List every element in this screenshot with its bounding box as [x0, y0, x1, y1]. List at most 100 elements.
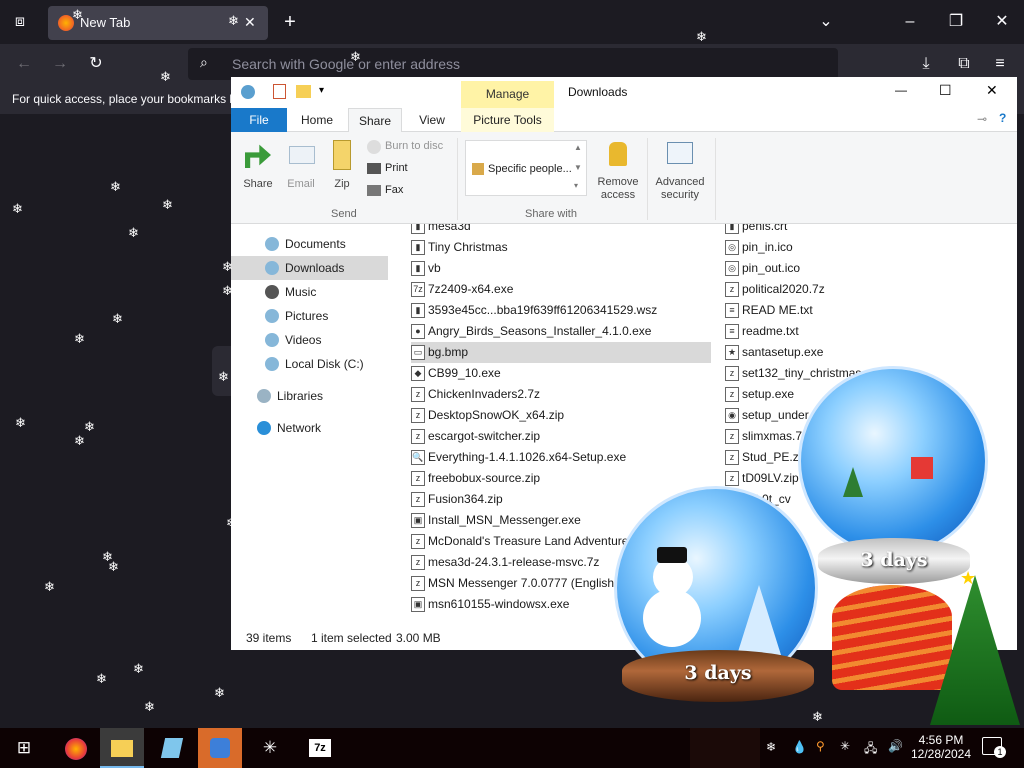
file-row[interactable]: 7z 7z2409-x64.exe: [411, 279, 711, 300]
file-type-icon: ▣: [411, 513, 425, 528]
fax-button[interactable]: Fax: [365, 182, 457, 200]
properties-icon[interactable]: [273, 84, 286, 99]
menu-icon[interactable]: ≡: [986, 50, 1014, 78]
downloads-icon[interactable]: ⤓: [912, 50, 940, 78]
url-bar[interactable]: ⌕ Search with Google or enter address: [188, 48, 838, 80]
tab-home[interactable]: Home: [293, 108, 341, 132]
clock[interactable]: 4:56 PM 12/28/2024: [904, 731, 978, 765]
file-row[interactable]: z freebobux-source.zip: [411, 468, 711, 489]
snow-globe-right-base: 3 days: [818, 538, 970, 584]
file-row[interactable]: ▭ bg.bmp: [411, 342, 711, 363]
file-row[interactable]: ▮ vb: [411, 258, 711, 279]
file-explorer-taskbar-button[interactable]: [100, 728, 144, 768]
pin-ribbon-icon[interactable]: ⊸: [977, 112, 987, 126]
search-everything-icon[interactable]: ⚲: [816, 739, 825, 753]
tab-file[interactable]: File: [231, 108, 287, 132]
advanced-security-button[interactable]: Advanced security: [651, 136, 709, 206]
snowflake-taskbar-button[interactable]: ✳: [248, 728, 292, 768]
file-row[interactable]: ◎ pin_in.ico: [725, 237, 925, 258]
print-button[interactable]: Print: [365, 160, 457, 178]
file-row[interactable]: ▮ penis.crt: [725, 224, 925, 237]
file-row[interactable]: ★ santasetup.exe: [725, 342, 925, 363]
forward-icon[interactable]: →: [46, 50, 74, 78]
file-row[interactable]: ▮ 3593e45cc...bba19f639ff61206341529.wsz: [411, 300, 711, 321]
nav-item-libraries[interactable]: Libraries: [231, 384, 401, 408]
share-arrow-icon: [245, 144, 271, 168]
tab-overflow-chevron-icon[interactable]: ⌄: [812, 8, 840, 36]
gallery-expand-icon[interactable]: ▾: [574, 181, 578, 190]
email-button[interactable]: Email: [281, 136, 321, 206]
remove-access-button[interactable]: Remove access: [593, 136, 643, 206]
snowflake-icon: ❄: [144, 699, 155, 714]
start-button[interactable]: ⊞: [2, 728, 46, 768]
gallery-down-icon[interactable]: ▼: [574, 163, 582, 172]
nav-item-network[interactable]: Network: [231, 416, 401, 440]
back-icon[interactable]: ←: [10, 50, 38, 78]
file-row[interactable]: z escargot-switcher.zip: [411, 426, 711, 447]
7zip-taskbar-button[interactable]: 7z: [298, 728, 342, 768]
gallery-up-icon[interactable]: ▲: [574, 143, 582, 152]
share-button[interactable]: Share: [237, 136, 279, 206]
file-row[interactable]: ≡ readme.txt: [725, 321, 925, 342]
tab-picture-tools[interactable]: Picture Tools: [461, 108, 554, 132]
quick-access-dropdown-icon[interactable]: ▾: [319, 85, 324, 96]
share-with-gallery[interactable]: Specific people... ▲ ▼ ▾: [465, 140, 587, 196]
snowflake-icon: ❄: [74, 331, 85, 346]
notepad-taskbar-button[interactable]: [150, 728, 194, 768]
maximize-button[interactable]: ☐: [939, 82, 952, 99]
close-window-icon[interactable]: ✕: [988, 8, 1016, 36]
snowflake-icon: ❄: [214, 685, 225, 700]
file-row[interactable]: 🔍 Everything-1.4.1.1026.x64-Setup.exe: [411, 447, 711, 468]
nav-item-local-disk[interactable]: Local Disk (C:): [231, 352, 401, 376]
notification-icon[interactable]: 1: [982, 737, 1006, 758]
burn-to-disc-button[interactable]: Burn to disc: [365, 138, 457, 156]
firefox-taskbar-button[interactable]: [54, 728, 98, 768]
file-name: msn610155-windowsx.exe: [428, 597, 570, 611]
tab-share[interactable]: Share: [348, 108, 402, 132]
snowflake-icon: ❄: [72, 7, 83, 22]
file-row[interactable]: ◆ CB99_10.exe: [411, 363, 711, 384]
holiday-tray-icon[interactable]: ❄: [766, 740, 776, 754]
file-row[interactable]: ◎ pin_out.ico: [725, 258, 925, 279]
restore-window-icon[interactable]: ❐: [942, 8, 970, 36]
documents-icon: [265, 237, 279, 251]
help-icon[interactable]: ?: [999, 111, 1006, 125]
nav-item-videos[interactable]: Videos: [231, 328, 401, 352]
water-drop-icon[interactable]: 💧: [792, 740, 807, 754]
file-row[interactable]: z ChickenInvaders2.7z: [411, 384, 711, 405]
volume-icon[interactable]: 🔊: [888, 739, 903, 753]
drive-icon: [265, 357, 279, 371]
zip-button[interactable]: Zip: [323, 136, 361, 206]
reload-icon[interactable]: ↻: [82, 50, 110, 78]
snowflake-icon: ❄: [162, 197, 173, 212]
notification-count: 1: [994, 746, 1006, 758]
app-taskbar-button[interactable]: [198, 728, 242, 768]
file-row[interactable]: z DesktopSnowOK_x64.zip: [411, 405, 711, 426]
minimize-window-icon[interactable]: –: [896, 8, 924, 36]
network-tray-icon[interactable]: 🖧: [864, 739, 877, 760]
new-tab-button[interactable]: +: [276, 8, 304, 36]
file-row[interactable]: ● Angry_Birds_Seasons_Installer_4.1.0.exe: [411, 321, 711, 342]
file-row[interactable]: z political2020.7z: [725, 279, 925, 300]
snowflake-tray-icon[interactable]: ✳: [840, 739, 850, 753]
tab-view[interactable]: View: [409, 108, 455, 132]
file-row[interactable]: ▮ mesa3d: [411, 224, 711, 237]
spiral-tree-decoration: [832, 585, 952, 690]
file-type-icon: z: [725, 450, 739, 465]
extensions-icon[interactable]: ⧉: [950, 50, 978, 78]
nav-item-documents[interactable]: Documents: [231, 232, 401, 256]
app-icon: [210, 738, 230, 758]
nav-item-pictures[interactable]: Pictures: [231, 304, 401, 328]
close-button[interactable]: ✕: [986, 82, 998, 99]
navigation-pane: Documents Downloads Music Pictures Video…: [231, 224, 401, 624]
new-folder-icon[interactable]: [296, 85, 311, 98]
file-row[interactable]: ▮ Tiny Christmas: [411, 237, 711, 258]
specific-people-option[interactable]: Specific people...: [488, 163, 572, 175]
separator: [715, 138, 716, 220]
close-tab-icon[interactable]: ✕: [244, 14, 256, 31]
list-all-tabs-icon[interactable]: ⧈: [6, 8, 34, 36]
minimize-button[interactable]: —: [895, 83, 907, 97]
file-row[interactable]: ≡ READ ME.txt: [725, 300, 925, 321]
nav-item-music[interactable]: Music: [231, 280, 401, 304]
nav-item-downloads[interactable]: Downloads: [231, 256, 388, 280]
